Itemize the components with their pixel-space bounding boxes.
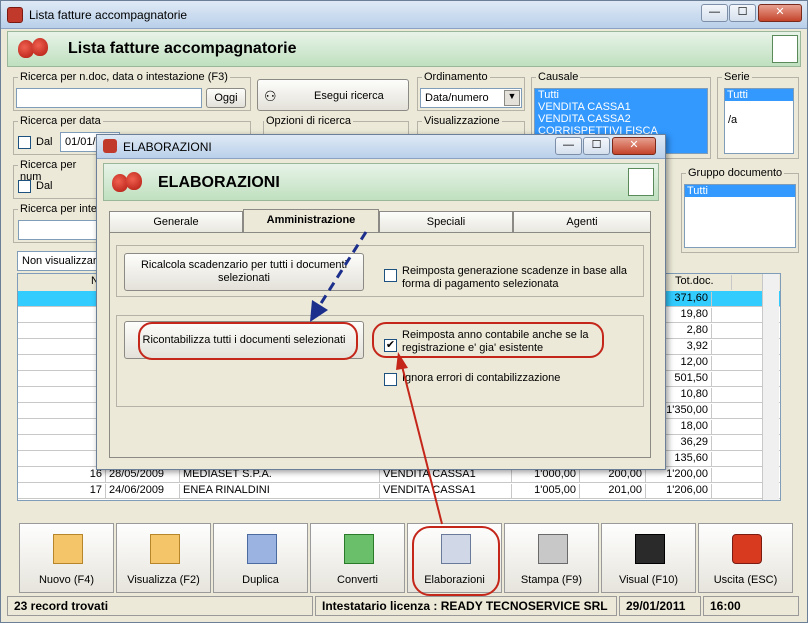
arrow-head — [396, 352, 408, 370]
dashed-arrow — [316, 231, 368, 309]
annotation-arrows — [310, 231, 443, 525]
arrow-head — [310, 300, 328, 322]
red-arrow — [401, 365, 443, 525]
